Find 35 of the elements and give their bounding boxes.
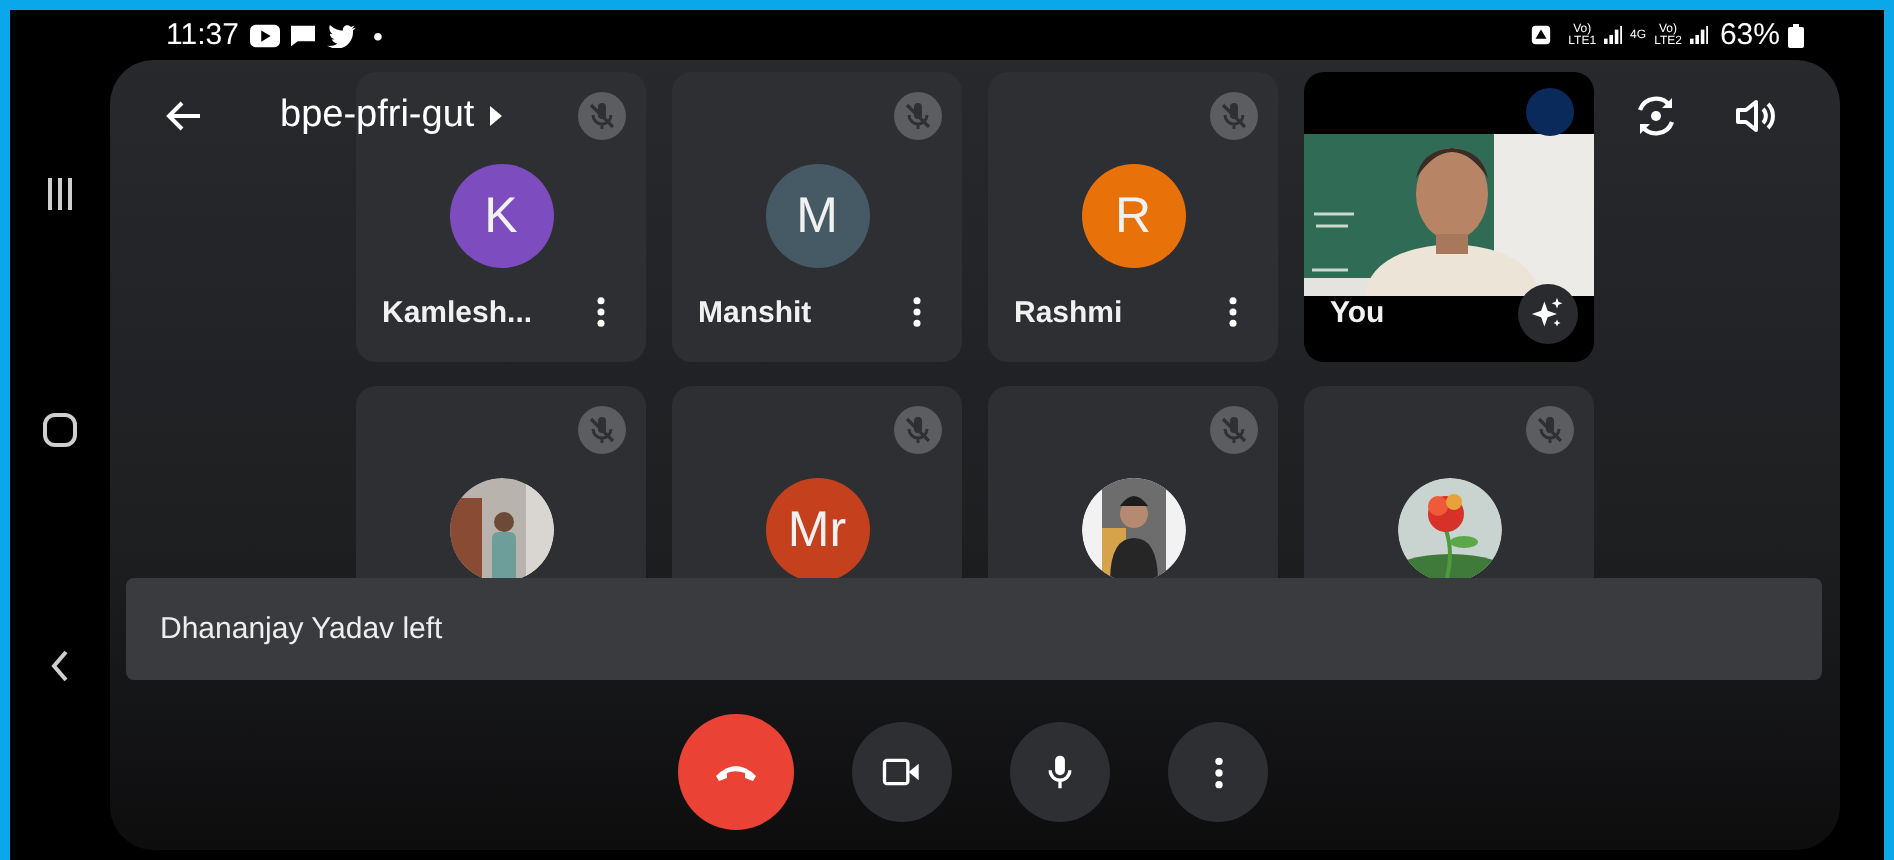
participant-name: Manshit bbox=[698, 295, 812, 329]
meeting-title[interactable]: bpe-pfri-gut bbox=[280, 94, 475, 138]
speaking-indicator bbox=[1526, 88, 1574, 136]
more-options-icon[interactable] bbox=[912, 296, 922, 328]
avatar-initial: M bbox=[765, 164, 869, 268]
more-options-icon[interactable] bbox=[1228, 296, 1238, 328]
participant-name: Rashmi bbox=[1014, 295, 1123, 329]
avatar-initial: K bbox=[449, 164, 553, 268]
video-play-icon bbox=[250, 23, 281, 47]
battery-icon bbox=[1788, 23, 1804, 47]
switch-camera-icon[interactable] bbox=[1632, 92, 1680, 140]
sparkle-icon bbox=[1530, 296, 1566, 332]
notification-dot: • bbox=[372, 19, 383, 51]
toast-message: Dhananjay Yadav left bbox=[160, 612, 443, 646]
camera-button[interactable] bbox=[852, 722, 952, 822]
camera-icon bbox=[882, 754, 922, 790]
avatar-initial: Mr bbox=[765, 478, 869, 578]
caret-icon[interactable] bbox=[490, 106, 503, 126]
recent-apps-icon[interactable] bbox=[42, 176, 78, 212]
effects-button[interactable] bbox=[1518, 284, 1578, 344]
back-arrow-icon[interactable] bbox=[164, 96, 204, 136]
signal-icon bbox=[1604, 26, 1623, 44]
signal-icon bbox=[1689, 26, 1708, 44]
more-options-icon bbox=[1213, 755, 1223, 789]
bird-icon bbox=[326, 23, 357, 47]
participant-name: Kamlesh... bbox=[382, 295, 533, 329]
avatar-initial: R bbox=[1081, 164, 1185, 268]
home-icon[interactable] bbox=[42, 412, 78, 448]
chat-bubble-icon bbox=[288, 23, 319, 47]
phone-icon bbox=[712, 760, 760, 784]
more-options-icon[interactable] bbox=[596, 296, 606, 328]
microphone-button[interactable] bbox=[1010, 722, 1110, 822]
battery-percent: 63% bbox=[1719, 18, 1780, 52]
status-time: 11:37 bbox=[166, 18, 239, 52]
participant-name: You bbox=[1330, 295, 1385, 329]
